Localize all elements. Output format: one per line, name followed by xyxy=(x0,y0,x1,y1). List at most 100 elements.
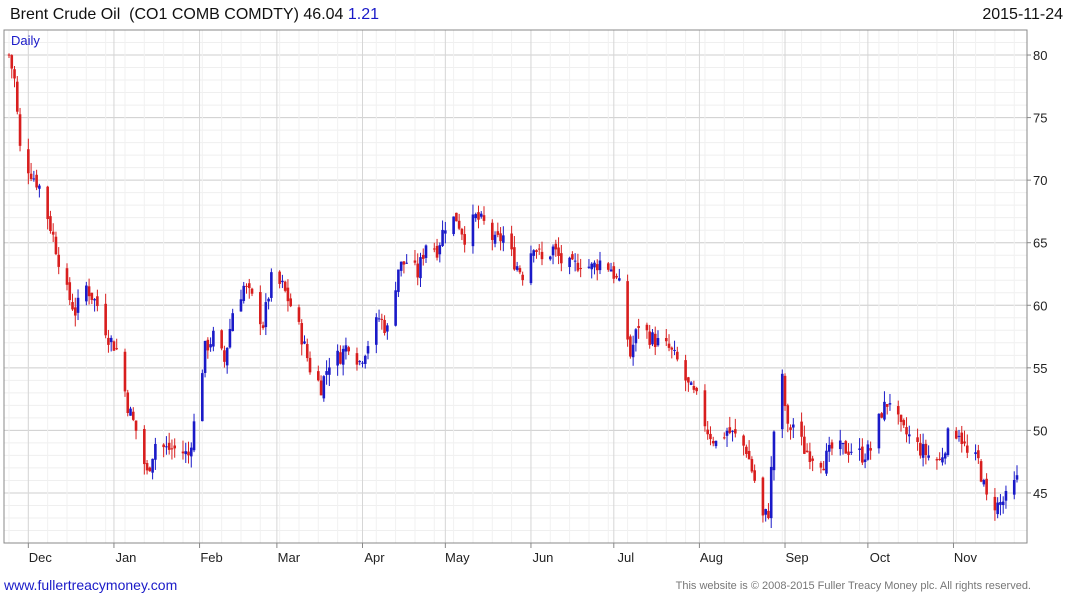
candle-body xyxy=(471,214,475,247)
plot-border xyxy=(3,29,1028,544)
candle-body xyxy=(242,285,246,301)
x-tick-label: Feb xyxy=(200,550,222,565)
candle-body xyxy=(515,266,519,270)
candle-body xyxy=(203,341,207,373)
y-tick-label: 80 xyxy=(1033,48,1047,63)
candle-body xyxy=(73,307,77,316)
candle-body xyxy=(728,427,732,433)
candle-body xyxy=(328,367,331,375)
candle-body xyxy=(769,466,773,519)
candle-body xyxy=(245,285,248,287)
candle-body xyxy=(841,443,845,445)
candle-body xyxy=(32,178,36,180)
candle-body xyxy=(637,326,640,328)
candle-body xyxy=(767,510,770,519)
candle-body xyxy=(15,81,19,112)
candle-body xyxy=(529,253,533,284)
candle-body xyxy=(579,268,582,270)
candle-body xyxy=(170,448,174,450)
candle-body xyxy=(521,274,524,281)
candle-body xyxy=(540,251,544,260)
candle-body xyxy=(361,362,364,364)
candle-body xyxy=(548,256,552,260)
candle-body xyxy=(789,427,792,430)
candle-body xyxy=(457,220,461,229)
candle-body xyxy=(954,430,958,439)
candle-body xyxy=(57,254,61,267)
candle-body xyxy=(634,329,638,344)
candle-body xyxy=(482,215,486,221)
candle-body xyxy=(880,413,883,418)
candle-body xyxy=(850,451,853,453)
candle-body xyxy=(383,319,386,334)
candle-body xyxy=(380,318,384,320)
candle-body xyxy=(413,260,417,263)
candle-body xyxy=(143,428,146,465)
candle-body xyxy=(261,325,265,328)
candle-body xyxy=(772,431,776,471)
candle-body xyxy=(709,433,712,440)
candle-body xyxy=(513,247,516,270)
candle-body xyxy=(189,447,193,457)
candle-body xyxy=(916,437,919,442)
candle-body xyxy=(308,357,312,373)
candle-body xyxy=(424,245,428,258)
y-tick-label: 60 xyxy=(1033,298,1047,313)
candle-body xyxy=(606,263,610,270)
candle-body xyxy=(979,461,983,482)
candle-body xyxy=(692,386,696,390)
candle-body xyxy=(703,390,707,427)
candle-body xyxy=(858,448,861,450)
candle-body xyxy=(631,344,635,358)
candle-body xyxy=(863,459,867,462)
candle-body xyxy=(13,69,16,79)
candle-body xyxy=(1001,501,1005,506)
candle-body xyxy=(714,440,718,447)
site-link[interactable]: www.fullertreacymoney.com xyxy=(4,577,177,593)
candle-body xyxy=(803,436,806,454)
candle-body xyxy=(938,458,941,460)
copyright-notice: This website is © 2008-2015 Fuller Treac… xyxy=(675,580,1031,592)
candle-body xyxy=(695,387,698,392)
candle-body xyxy=(366,346,370,354)
candle-body xyxy=(399,261,403,271)
candle-body xyxy=(1015,475,1019,480)
candle-body xyxy=(560,253,563,264)
candle-body xyxy=(618,278,621,281)
candle-body xyxy=(667,343,671,348)
candle-body xyxy=(747,450,751,460)
candle-body xyxy=(960,432,964,444)
candle-body xyxy=(764,509,767,515)
candle-body xyxy=(792,424,795,428)
candle-body xyxy=(49,216,52,232)
candle-body xyxy=(460,228,464,235)
candle-body xyxy=(397,269,400,292)
x-tick-label: Dec xyxy=(29,550,53,565)
candle-body xyxy=(358,361,362,363)
x-tick-label: Oct xyxy=(870,550,891,565)
candle-body xyxy=(993,496,997,511)
candle-body xyxy=(173,445,176,449)
candle-body xyxy=(107,337,110,345)
candle-body xyxy=(996,502,999,515)
candle-body xyxy=(825,450,828,474)
candle-body xyxy=(151,458,154,473)
candle-body xyxy=(278,271,281,284)
candle-body xyxy=(593,262,596,268)
x-tick-label: Aug xyxy=(700,550,723,565)
candle-body xyxy=(201,373,204,422)
candle-body xyxy=(325,371,328,375)
candle-body xyxy=(883,401,886,420)
candle-body xyxy=(165,446,168,448)
candle-body xyxy=(281,280,284,283)
candle-body xyxy=(444,230,447,234)
candle-body xyxy=(725,430,729,436)
candle-body xyxy=(557,247,560,256)
candle-body xyxy=(289,298,292,307)
candle-body xyxy=(129,408,132,416)
candle-body xyxy=(212,330,215,347)
candle-body xyxy=(167,442,171,450)
y-tick-label: 65 xyxy=(1033,236,1047,251)
candle-body xyxy=(587,266,591,268)
candle-body xyxy=(805,450,809,452)
